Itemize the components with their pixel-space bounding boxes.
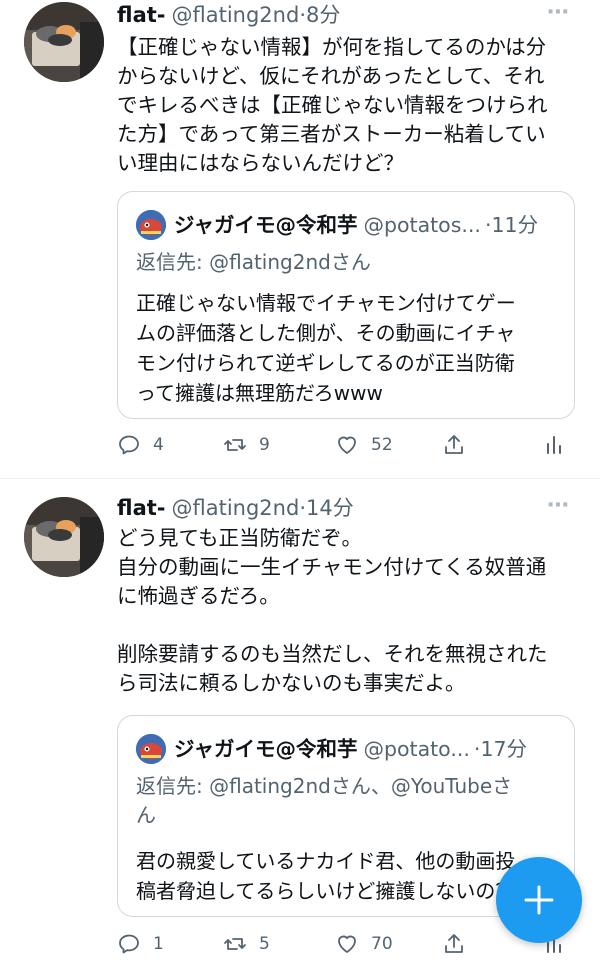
share-icon [445, 435, 463, 454]
retweet-button[interactable]: 5 [223, 929, 270, 959]
quoted-tweet-header: ジャガイモ@令和芋 @potato... ·17分 [136, 734, 560, 764]
more-options-icon[interactable]: ⋯ [547, 491, 570, 521]
like-count: 70 [371, 934, 393, 954]
tweet-header: flat- @flating2nd·14分 ⋯ [117, 493, 588, 523]
reply-icon [119, 435, 139, 455]
tweet-header: flat- @flating2nd·8分 ⋯ [117, 0, 588, 30]
quoted-author-handle: @potato... [363, 737, 470, 761]
quoted-tweet-text: 正確じゃない情報でイチャモン付けてゲー ムの評価落とした側が、その動画にイチャ … [136, 291, 516, 405]
separator-dot: · [299, 496, 306, 520]
quoted-author-name: ジャガイモ@令和芋 [174, 737, 358, 761]
author-name[interactable]: flat- [117, 496, 166, 520]
like-button[interactable]: 70 [335, 929, 393, 959]
separator-dot: · [299, 3, 306, 27]
tweet-actions: 1 5 70 [117, 929, 577, 959]
share-icon [445, 934, 463, 953]
heart-icon [338, 935, 356, 953]
retweet-button[interactable]: 9 [223, 430, 270, 460]
tweet-timestamp[interactable]: 8分 [306, 3, 340, 27]
reply-count: 1 [153, 934, 164, 954]
retweet-count: 9 [259, 435, 270, 455]
more-options-icon[interactable]: ⋯ [547, 0, 570, 28]
reply-button[interactable]: 4 [117, 430, 164, 460]
heart-icon [338, 436, 356, 454]
tweet-actions: 4 9 52 [117, 430, 577, 460]
quoted-tweet-timestamp: 11分 [491, 213, 539, 237]
author-handle[interactable]: @flating2nd [172, 3, 300, 27]
quoted-author-avatar [136, 734, 166, 764]
author-avatar[interactable] [24, 497, 104, 577]
tweet[interactable]: flat- @flating2nd·8分 ⋯ 【正確じゃない情報】が何を指してるの… [0, 0, 600, 478]
tweet-timestamp[interactable]: 14分 [306, 496, 354, 520]
author-handle[interactable]: @flating2nd [172, 496, 300, 520]
quoted-tweet-header: ジャガイモ@令和芋 @potatos... ·11分 [136, 210, 560, 240]
share-button[interactable] [442, 929, 478, 959]
compose-tweet-button[interactable] [496, 857, 582, 943]
share-button[interactable] [442, 430, 478, 460]
plus-icon [524, 885, 554, 915]
analytics-button[interactable] [542, 430, 578, 460]
reply-icon [119, 934, 139, 954]
retweet-count: 5 [259, 934, 270, 954]
reply-to-label: 返信先: @flating2ndさん [136, 250, 371, 274]
retweet-icon [224, 938, 246, 950]
quoted-author-handle: @potatos... [363, 213, 481, 237]
quoted-tweet-timestamp: 17分 [480, 737, 528, 761]
author-avatar[interactable] [24, 2, 104, 82]
quoted-author-name: ジャガイモ@令和芋 [174, 213, 358, 237]
reply-button[interactable]: 1 [117, 929, 164, 959]
retweet-icon [224, 439, 246, 451]
author-name[interactable]: flat- [117, 3, 166, 27]
like-count: 52 [371, 435, 393, 455]
analytics-icon [547, 436, 561, 454]
quoted-author-avatar [136, 210, 166, 240]
reply-count: 4 [153, 435, 164, 455]
reply-to-label: 返信先: @flating2ndさん、@YouTubeさ ん [136, 774, 513, 827]
like-button[interactable]: 52 [335, 430, 393, 460]
tweet-text: 【正確じゃない情報】が何を指してるのかは分 からないけど、仮にそれがあったとして… [117, 35, 548, 175]
tweet-text: どう見ても正当防衛だぞ。 自分の動画に一生イチャモン付けてくる奴普通 に怖過ぎる… [117, 526, 548, 695]
quoted-tweet[interactable]: ジャガイモ@令和芋 @potatos... ·11分 返信先: @flating2n… [117, 191, 575, 419]
